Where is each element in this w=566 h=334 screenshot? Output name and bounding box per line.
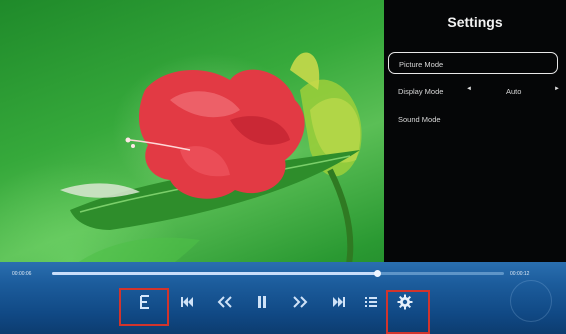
- settings-panel: Settings Picture Mode Display Mode ◄ Aut…: [384, 0, 566, 262]
- total-time: 00:00:12: [510, 271, 530, 277]
- fast-forward-button[interactable]: [290, 292, 310, 312]
- skip-previous-button[interactable]: [177, 292, 197, 312]
- pause-button[interactable]: [252, 292, 272, 312]
- menu-item-label: Display Mode: [398, 87, 444, 96]
- skip-previous-icon: [181, 297, 193, 307]
- menu-item-label: Sound Mode: [398, 115, 441, 124]
- settings-highlight-box: [386, 290, 430, 334]
- arrow-left-icon[interactable]: ◄: [466, 86, 472, 92]
- playlist-button[interactable]: [361, 292, 381, 312]
- progress-handle[interactable]: [374, 270, 382, 277]
- rewind-icon: [217, 296, 232, 308]
- menu-item-sound-mode[interactable]: Sound Mode: [388, 108, 558, 130]
- skip-next-icon: [333, 297, 345, 307]
- progress-bar[interactable]: [52, 270, 504, 277]
- skip-next-button[interactable]: [329, 292, 349, 312]
- menu-item-display-mode[interactable]: Display Mode ◄ Auto ►: [388, 80, 560, 102]
- fast-forward-icon: [293, 296, 308, 308]
- corner-logo: [510, 280, 552, 322]
- settings-title: Settings: [447, 14, 503, 30]
- rewind-button[interactable]: [215, 292, 235, 312]
- menu-item-label: Picture Mode: [399, 60, 444, 69]
- arrow-right-icon[interactable]: ►: [554, 86, 560, 92]
- subtitle-highlight-box: [119, 288, 169, 326]
- tv-screen: Settings Picture Mode Display Mode ◄ Aut…: [0, 0, 566, 334]
- elapsed-time: 00:00:06: [12, 271, 32, 277]
- pause-icon: [258, 296, 266, 308]
- playlist-icon: [365, 297, 377, 307]
- display-mode-value: Auto: [506, 87, 522, 96]
- menu-item-picture-mode[interactable]: Picture Mode: [388, 52, 558, 74]
- player-control-bar: 00:00:06 00:00:12: [0, 262, 566, 334]
- progress-fill: [52, 272, 378, 275]
